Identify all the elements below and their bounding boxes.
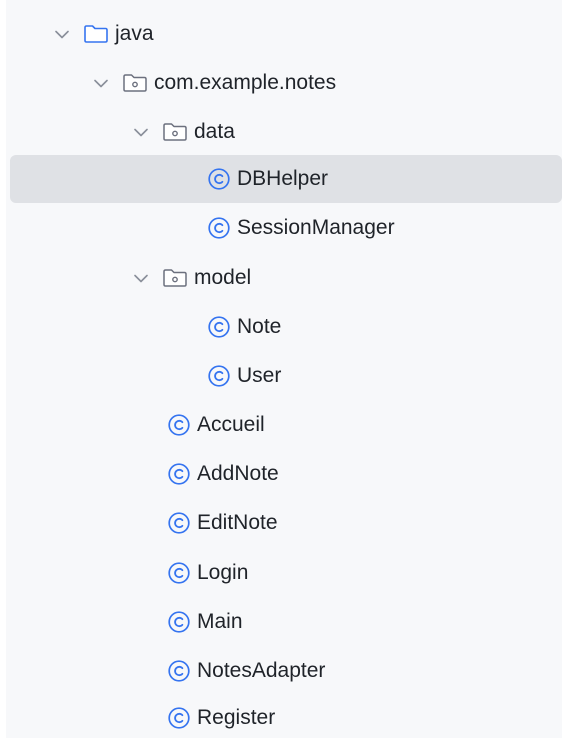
- tree-node-package-com-example-notes[interactable]: com.example.notes: [10, 59, 562, 107]
- tree-node-package-data[interactable]: data: [10, 108, 562, 156]
- chevron-down-icon[interactable]: [132, 269, 150, 287]
- tree-node-label: Register: [197, 706, 276, 729]
- tree-node-class-register[interactable]: Register: [10, 694, 562, 738]
- tree-node-label: com.example.notes: [154, 71, 337, 94]
- tree-node-class-note[interactable]: Note: [10, 303, 562, 351]
- package-icon: [162, 122, 188, 142]
- tree-node-package-model[interactable]: model: [10, 254, 562, 302]
- class-icon: [167, 511, 191, 535]
- folder-icon: [83, 24, 109, 44]
- tree-node-class-notesadapter[interactable]: NotesAdapter: [10, 647, 562, 695]
- tree-node-label: AddNote: [197, 462, 279, 485]
- tree-node-class-login[interactable]: Login: [10, 549, 562, 597]
- tree-node-java[interactable]: java: [10, 10, 562, 58]
- tree-node-class-editnote[interactable]: EditNote: [10, 499, 562, 547]
- class-icon: [207, 364, 231, 388]
- tree-node-label: EditNote: [197, 511, 278, 534]
- class-icon: [167, 610, 191, 634]
- tree-node-label: Note: [237, 315, 282, 338]
- tree-node-class-dbhelper[interactable]: DBHelper: [10, 155, 562, 203]
- chevron-down-icon[interactable]: [53, 25, 71, 43]
- tree-node-label: data: [194, 120, 235, 143]
- tree-node-class-sessionmanager[interactable]: SessionManager: [10, 204, 562, 252]
- class-icon: [207, 315, 231, 339]
- chevron-down-icon[interactable]: [92, 74, 110, 92]
- class-icon: [207, 216, 231, 240]
- package-icon: [162, 268, 188, 288]
- tree-node-label: SessionManager: [237, 216, 395, 239]
- class-icon: [167, 706, 191, 730]
- tree-node-label: Main: [197, 610, 243, 633]
- class-icon: [207, 167, 231, 191]
- tree-node-label: NotesAdapter: [197, 659, 326, 682]
- tree-node-class-accueil[interactable]: Accueil: [10, 401, 562, 449]
- class-icon: [167, 659, 191, 683]
- tree-node-label: java: [115, 22, 154, 45]
- class-icon: [167, 561, 191, 585]
- package-icon: [122, 73, 148, 93]
- tree-node-label: model: [194, 266, 252, 289]
- tree-node-class-main[interactable]: Main: [10, 598, 562, 646]
- tree-node-label: Login: [197, 561, 249, 584]
- tree-node-class-addnote[interactable]: AddNote: [10, 450, 562, 498]
- tree-node-class-user[interactable]: User: [10, 352, 562, 400]
- tree-node-label: User: [237, 364, 282, 387]
- project-tree: java com.example.notes data DBHelper Ses…: [0, 0, 562, 738]
- chevron-down-icon[interactable]: [132, 123, 150, 141]
- tree-node-label: Accueil: [197, 413, 265, 436]
- tree-node-label: DBHelper: [237, 167, 329, 190]
- class-icon: [167, 462, 191, 486]
- class-icon: [167, 413, 191, 437]
